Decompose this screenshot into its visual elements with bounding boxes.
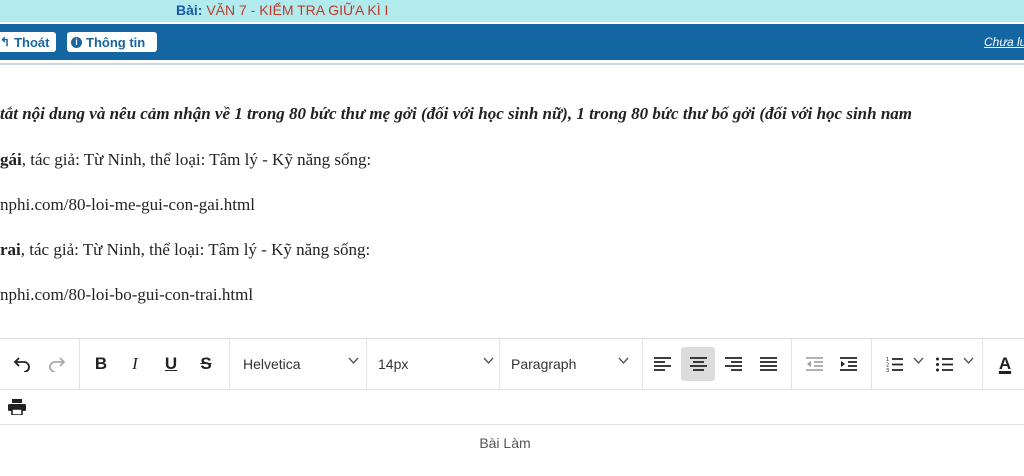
info-button-label: Thông tin [86,34,146,50]
font-size-select[interactable]: 14px [378,351,408,377]
align-left-icon [653,357,671,371]
bullet-list-icon [935,357,953,371]
book-info-boy-text: , tác giả: Từ Ninh, thể loại: Tâm lý - K… [20,240,371,259]
save-status-link[interactable]: Chưa lưu [984,35,1024,49]
align-center-button[interactable] [681,347,715,381]
exit-button[interactable]: ↰ Thoát [0,32,56,52]
book-info-girl-text: , tác giả: Từ Ninh, thể loại: Tâm lý - K… [21,150,372,169]
numbered-list-button[interactable]: 123 [879,350,909,378]
history-group [0,339,80,389]
align-right-icon [724,357,742,371]
font-family-group[interactable]: Helvetica [229,339,367,389]
font-size-group[interactable]: 14px [366,339,500,389]
format-group: B I U S [79,339,230,389]
assignment-title-prefix: Bài: [176,2,203,18]
chevron-down-icon [483,357,494,365]
chevron-down-icon [348,357,359,365]
align-center-icon [689,357,707,371]
block-format-group[interactable]: Paragraph [499,339,643,389]
answer-label: Bài Làm [479,435,531,451]
bullet-list-button[interactable] [929,350,959,378]
list-group: 123 [871,339,983,389]
top-header: Bài: VĂN 7 - KIỂM TRA GIỮA KÌ I [0,0,1024,24]
editor-toolbar-row2 [0,390,1024,425]
underline-button[interactable]: U [156,350,186,378]
question-content: tắt nội dung và nêu cảm nhận về 1 trong … [0,64,1024,336]
undo-button[interactable] [7,350,37,378]
chevron-down-icon[interactable] [913,357,924,365]
indent-button[interactable] [833,350,863,378]
numbered-list-icon: 123 [886,357,903,372]
link-boy[interactable]: nphi.com/80-loi-bo-gui-con-trai.html [0,285,253,305]
align-left-button[interactable] [647,350,677,378]
info-circle-icon: i [71,36,82,48]
info-button[interactable]: i Thông tin [67,32,157,52]
assignment-title: Bài: VĂN 7 - KIỂM TRA GIỮA KÌ I [176,2,388,18]
strikethrough-button[interactable]: S [191,350,221,378]
font-family-select[interactable]: Helvetica [243,351,301,377]
block-format-select[interactable]: Paragraph [511,351,576,377]
bold-button[interactable]: B [86,350,116,378]
indent-icon [839,357,857,371]
redo-icon [49,357,66,372]
printer-icon [8,399,26,415]
link-girl[interactable]: nphi.com/80-loi-me-gui-con-gai.html [0,195,255,215]
assignment-title-value: VĂN 7 - KIỂM TRA GIỮA KÌ I [206,2,389,18]
undo-icon [13,357,30,372]
indent-group [791,339,872,389]
chevron-down-icon [618,357,629,365]
nav-bar: ↰ Thoát i Thông tin Chưa lưu [0,24,1024,63]
answer-editor: B I U S Helvetica 14px Paragraph 1 2 3 A… [0,338,1024,476]
chevron-down-icon[interactable] [963,357,974,365]
align-right-button[interactable] [718,350,748,378]
editor-toolbar: B I U S Helvetica 14px Paragraph 1 2 3 A [0,339,1024,390]
book-info-line-boy: rai, tác giả: Từ Ninh, thể loại: Tâm lý … [0,240,370,260]
question-text: tắt nội dung và nêu cảm nhận về 1 trong … [0,104,913,123]
book-info-line-girl: gái, tác giả: Từ Ninh, thể loại: Tâm lý … [0,150,371,170]
italic-button[interactable]: I [120,350,150,378]
text-color-button[interactable]: A [990,350,1020,378]
print-button[interactable] [2,393,32,421]
align-justify-icon [759,357,777,371]
svg-text:3: 3 [886,368,889,372]
book-title-boy-fragment: rai [0,240,21,259]
align-justify-button[interactable] [753,350,783,378]
redo-button[interactable] [42,350,72,378]
outdent-icon [805,357,823,371]
book-title-girl-fragment: gái [0,150,22,169]
align-group [642,339,792,389]
outdent-button[interactable] [799,350,829,378]
exit-button-label: Thoát [14,34,50,50]
reply-arrow-icon: ↰ [0,35,11,49]
